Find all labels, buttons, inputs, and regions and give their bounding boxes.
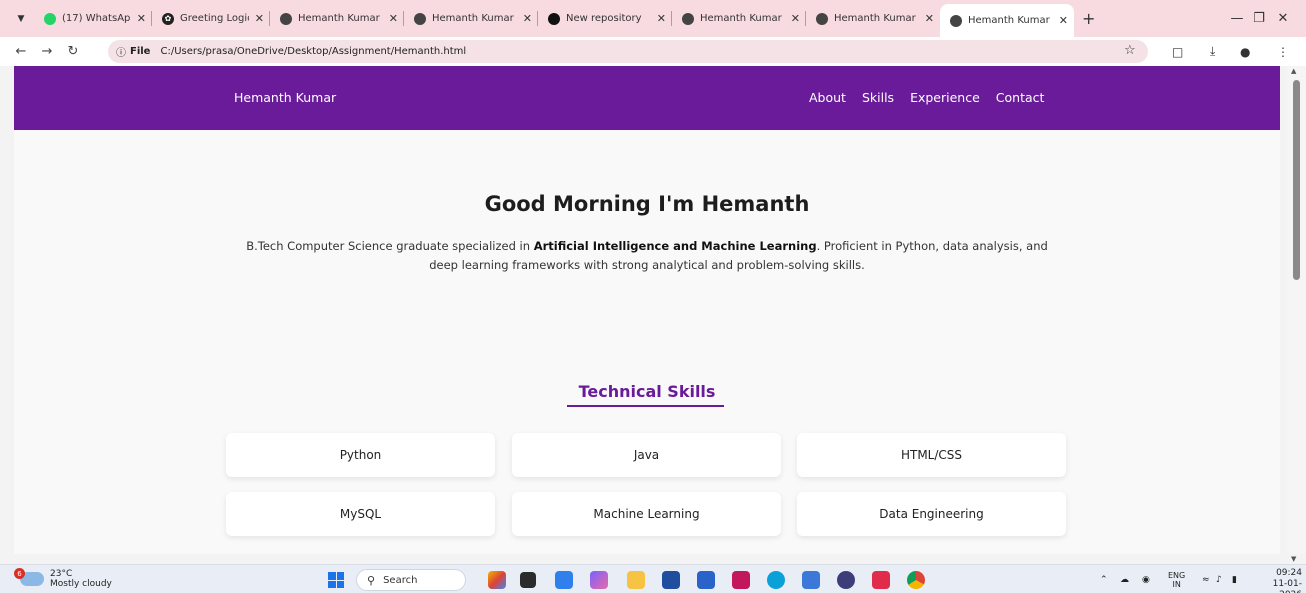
notification-badge: 6 [14,568,25,579]
globe-icon [816,12,828,25]
tab-hemanth-4[interactable]: Hemanth Kumar ✕ [806,0,940,37]
task-view-icon[interactable] [520,572,536,588]
close-icon[interactable]: ✕ [1059,14,1068,27]
github-icon [548,12,560,25]
profile-icon[interactable]: ● [1240,37,1250,66]
volume-icon[interactable]: ♪ [1216,565,1222,593]
nav-link-skills[interactable]: Skills [862,90,894,105]
taskbar-clock[interactable]: 09:24 11-01-2026 [1258,568,1302,593]
app-cloud-icon[interactable] [802,571,820,589]
scroll-down-arrow-icon[interactable]: ▼ [1291,555,1296,563]
app-dark-icon[interactable] [837,571,855,589]
search-icon: ⚲ [367,573,376,587]
site-navbar: Hemanth Kumar About Skills Experience Co… [14,66,1280,130]
address-bar[interactable]: ⓘ File C:/Users/prasa/OneDrive/Desktop/A… [108,40,1148,63]
windows-start-icon[interactable] [328,572,344,588]
tab-new-repository[interactable]: New repository ✕ [538,0,672,37]
whatsapp-icon [44,12,56,25]
site-brand[interactable]: Hemanth Kumar [234,90,336,105]
reload-icon[interactable]: ↻ [60,44,86,59]
skills-heading-underline [567,405,724,407]
tab-hemanth-3[interactable]: Hemanth Kumar ✕ [672,0,806,37]
copilot-icon[interactable] [590,571,608,589]
mcafee-icon[interactable] [732,571,750,589]
new-tab-plus-icon[interactable]: + [1082,9,1095,28]
close-icon[interactable]: ✕ [389,12,398,25]
bookmark-star-icon[interactable]: ☆ [1124,43,1136,58]
tray-app-icon[interactable]: ◉ [1142,565,1150,593]
tab-hemanth-1[interactable]: Hemanth Kumar ✕ [270,0,404,37]
chatgpt-icon: ✿ [162,12,174,25]
skill-card-machine-learning: Machine Learning [512,492,781,536]
app-z-icon[interactable] [697,571,715,589]
tab-greeting-logic[interactable]: ✿ Greeting Logic E ✕ [152,0,270,37]
language-indicator[interactable]: ENG IN [1168,565,1185,593]
hero-title: Good Morning I'm Hemanth [484,192,810,216]
clock-date: 11-01-2026 [1272,579,1302,593]
skill-card-java: Java [512,433,781,477]
skill-card-python: Python [226,433,495,477]
tab-strip: ▼ (17) WhatsApp ✕ ✿ Greeting Logic E ✕ H… [0,0,1306,37]
tray-chevron-up-icon[interactable]: ⌃ [1100,565,1108,593]
file-explorer-icon[interactable] [627,571,645,589]
scroll-up-arrow-icon[interactable]: ▲ [1291,67,1296,75]
chrome-icon[interactable] [907,571,925,589]
info-icon[interactable]: ⓘ [116,44,126,59]
scrollbar-thumb[interactable] [1293,80,1300,280]
close-icon[interactable]: ✕ [657,12,666,25]
forward-arrow-icon[interactable]: → [34,44,60,59]
skill-card-data-engineering: Data Engineering [797,492,1066,536]
nav-link-about[interactable]: About [809,90,846,105]
tab-hemanth-2[interactable]: Hemanth Kumar ✕ [404,0,538,37]
globe-icon [682,12,694,25]
taskbar: 6 23°C Mostly cloudy ⚲ Search ⌃ ☁ ◉ ENG … [0,564,1306,593]
hero-description: B.Tech Computer Science graduate special… [246,239,1048,272]
hero-highlight: Artificial Intelligence and Machine Lear… [533,239,817,253]
skill-card-mysql: MySQL [226,492,495,536]
close-icon[interactable]: ✕ [255,12,264,25]
clock-time: 09:24 [1276,568,1302,578]
wps-office-icon[interactable] [872,571,890,589]
nav-links: About Skills Experience Contact [809,90,1044,105]
back-arrow-icon[interactable]: ← [8,44,34,59]
wifi-icon[interactable]: ≈ [1202,565,1210,593]
globe-icon [950,14,962,27]
tab-whatsapp[interactable]: (17) WhatsApp ✕ [34,0,152,37]
nav-link-experience[interactable]: Experience [910,90,980,105]
vscode-icon[interactable] [555,571,573,589]
tab-search-chevron-icon[interactable]: ▼ [8,6,34,32]
weather-condition: Mostly cloudy [50,579,112,589]
widgets-app-icon[interactable] [488,571,506,589]
edge-icon[interactable] [767,571,785,589]
battery-icon[interactable]: ▮ [1232,565,1237,593]
onedrive-icon[interactable]: ☁ [1120,565,1129,593]
close-icon[interactable]: ✕ [137,12,146,25]
tab-hemanth-active[interactable]: Hemanth Kumar ✕ [940,4,1074,37]
extensions-icon[interactable]: □ [1172,37,1183,66]
skill-card-html-css: HTML/CSS [797,433,1066,477]
browser-toolbar: ← → ↻ ⓘ File C:/Users/prasa/OneDrive/Des… [0,37,1306,66]
globe-icon [280,12,292,25]
cloud-icon: 6 [14,568,44,586]
microsoft-store-icon[interactable] [662,571,680,589]
kebab-menu-icon[interactable]: ⋮ [1277,37,1289,66]
close-icon[interactable]: ✕ [925,12,934,25]
weather-temp: 23°C [50,569,73,579]
download-icon[interactable]: ⤓ [1210,37,1215,66]
nav-link-contact[interactable]: Contact [996,90,1045,105]
window-close-icon[interactable]: ✕ [1260,0,1306,37]
taskbar-search[interactable]: ⚲ Search [356,569,466,591]
globe-icon [414,12,426,25]
weather-widget[interactable]: 6 23°C Mostly cloudy [14,568,112,589]
url-text: C:/Users/prasa/OneDrive/Desktop/Assignme… [160,46,467,57]
close-icon[interactable]: ✕ [523,12,532,25]
skills-heading: Technical Skills [578,382,716,401]
close-icon[interactable]: ✕ [791,12,800,25]
page-viewport: Hemanth Kumar About Skills Experience Co… [14,66,1280,554]
